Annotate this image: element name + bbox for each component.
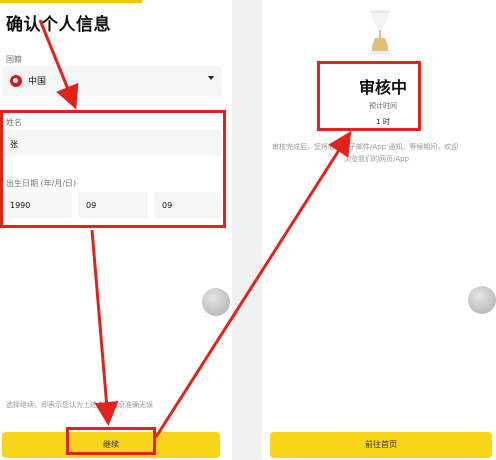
china-flag-icon: [10, 75, 22, 87]
panel-divider: [232, 0, 262, 460]
go-home-button[interactable]: 前往首页: [270, 432, 492, 458]
progress-accent: [0, 0, 142, 3]
page-title: 确认个人信息: [6, 15, 111, 35]
annotation-box-continue: [66, 427, 156, 455]
nationality-value: 中国: [28, 77, 47, 87]
chevron-down-icon: [208, 76, 214, 80]
annotation-box-status: [317, 61, 421, 131]
support-chat-bubble-icon[interactable]: [468, 286, 496, 314]
support-chat-bubble-icon[interactable]: [202, 288, 230, 316]
review-description-line1: 审核完成后，您将收到电子邮件/App 通知。等候期间，欢迎: [272, 143, 459, 151]
nationality-label: 国籍: [6, 55, 22, 64]
review-description-line2: 浏览我们的网页/App: [344, 155, 410, 163]
hourglass-icon: [370, 10, 390, 54]
personal-info-screen: 确认个人信息 国籍 中国 姓名 张 出生日期 (年/月/日) 1990 09 0…: [0, 0, 232, 460]
consent-text: 选择继续，即表示您认为上述个人信息准确无误: [6, 401, 153, 409]
nationality-select[interactable]: 中国: [2, 66, 222, 96]
annotation-box-form: [0, 110, 226, 228]
